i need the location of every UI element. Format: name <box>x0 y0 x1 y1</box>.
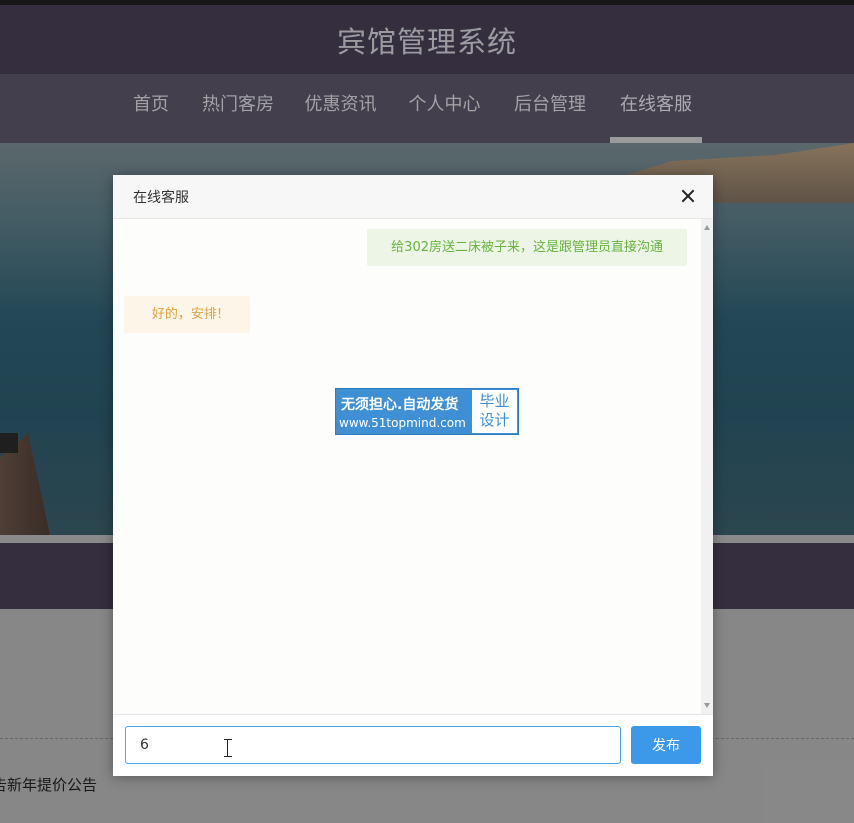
watermark-badge-line: 设计 <box>479 411 510 429</box>
watermark-badge-line: 毕业 <box>479 392 510 410</box>
scroll-up-arrow-icon[interactable] <box>704 225 710 230</box>
incoming-message: 好的，安排! <box>124 296 250 333</box>
chat-dialog: 在线客服 给302房送二床被子来，这是跟管理员直接沟通 好的，安排! 无须担心.… <box>113 175 713 776</box>
composer: 发布 <box>113 714 713 776</box>
dialog-title: 在线客服 <box>133 190 189 206</box>
watermark-logo: 无须担心.自动发货 www.51topmind.com 毕业 设计 <box>335 388 519 435</box>
message-input[interactable] <box>125 726 621 764</box>
message-scrollbar[interactable] <box>701 219 713 714</box>
watermark-text: 无须担心.自动发货 www.51topmind.com <box>336 389 471 434</box>
dialog-header: 在线客服 <box>113 175 713 219</box>
close-icon[interactable] <box>677 185 699 207</box>
watermark-badge: 毕业 设计 <box>472 390 517 433</box>
scroll-down-arrow-icon[interactable] <box>704 703 710 708</box>
watermark-line2: www.51topmind.com <box>339 416 466 430</box>
watermark-line1: 无须担心.自动发货 <box>341 397 459 413</box>
outgoing-message: 给302房送二床被子来，这是跟管理员直接沟通 <box>367 229 687 266</box>
message-list: 给302房送二床被子来，这是跟管理员直接沟通 好的，安排! 无须担心.自动发货 … <box>113 219 701 714</box>
send-button[interactable]: 发布 <box>631 726 701 764</box>
text-cursor-icon <box>224 739 232 757</box>
